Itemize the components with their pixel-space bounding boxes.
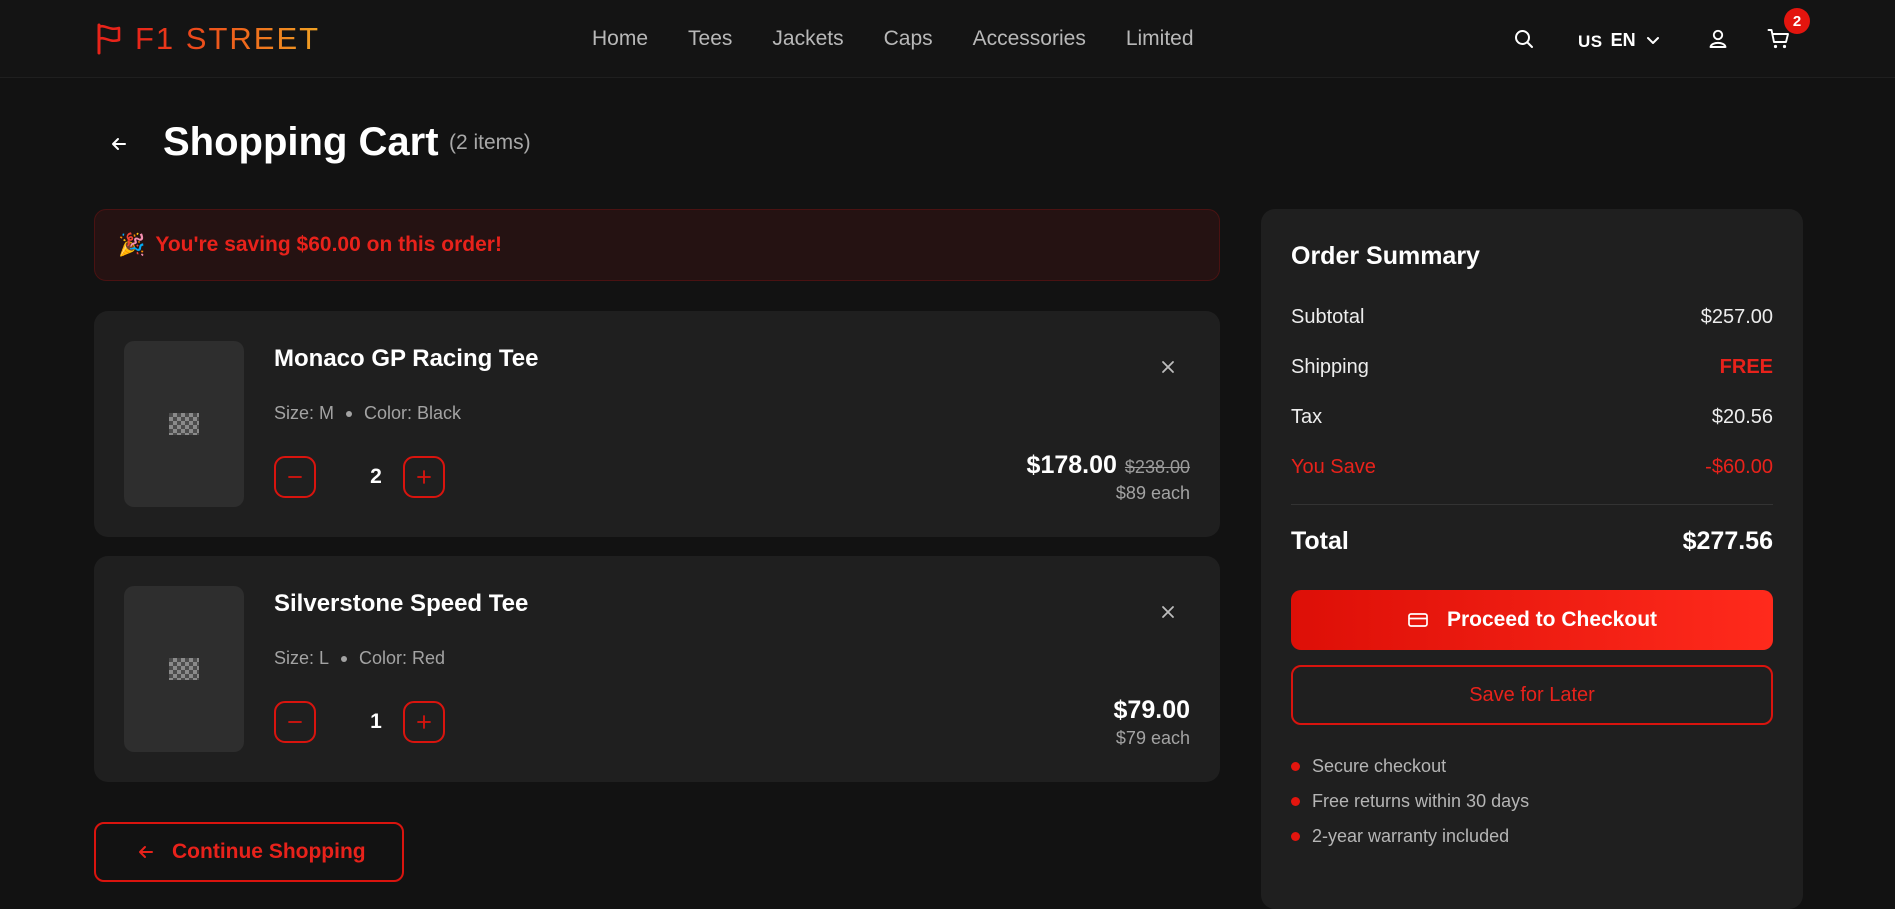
perk-item: 2-year warranty included — [1291, 826, 1509, 847]
credit-card-icon — [1408, 613, 1428, 627]
search-icon[interactable] — [1511, 26, 1537, 52]
perk-item: Secure checkout — [1291, 756, 1446, 777]
tax-row: Tax $20.56 — [1291, 406, 1773, 429]
perk-item: Free returns within 30 days — [1291, 791, 1529, 812]
plus-icon — [417, 715, 431, 729]
cart-item: Monaco GP Racing Tee Size: M Color: Blac… — [94, 311, 1220, 537]
product-variants: Size: L Color: Red — [274, 648, 445, 669]
flag-icon — [97, 23, 121, 55]
continue-shopping-label: Continue Shopping — [172, 840, 366, 863]
total-row: Total $277.56 — [1291, 527, 1773, 556]
continue-shopping-button[interactable]: Continue Shopping — [94, 822, 404, 882]
product-color: Color: Black — [364, 403, 462, 423]
checkered-flag-icon — [169, 658, 199, 680]
shipping-value: FREE — [1719, 356, 1773, 378]
minus-icon — [288, 476, 302, 478]
arrow-left-icon — [139, 846, 153, 858]
price-row: $178.00 $238.00 — [1027, 451, 1190, 480]
nav-link-home[interactable]: Home — [592, 27, 648, 51]
language-selector[interactable]: US EN — [1578, 27, 1662, 53]
language-code: EN — [1610, 29, 1636, 50]
save-for-later-label: Save for Later — [1469, 683, 1595, 706]
order-summary: Order Summary Subtotal $257.00 Shipping … — [1261, 209, 1803, 909]
us-flag: US — [1578, 32, 1603, 51]
nav-link-tees[interactable]: Tees — [688, 27, 732, 51]
shipping-label: Shipping — [1291, 356, 1369, 378]
main-nav: Home Tees Jackets Caps Accessories Limit… — [592, 24, 1194, 54]
unit-price: $89 each — [1115, 483, 1190, 503]
user-icon[interactable] — [1705, 26, 1731, 52]
chevron-down-icon — [1646, 37, 1659, 44]
nav-link-accessories[interactable]: Accessories — [973, 27, 1086, 51]
perk-text: Secure checkout — [1312, 756, 1447, 776]
perk-text: Free returns within 30 days — [1312, 791, 1530, 811]
shipping-row: Shipping FREE — [1291, 356, 1773, 379]
total-label: Total — [1291, 527, 1349, 555]
subtotal-row: Subtotal $257.00 — [1291, 306, 1773, 329]
product-name[interactable]: Monaco GP Racing Tee — [274, 345, 539, 373]
original-price: $238.00 — [1124, 457, 1190, 477]
remove-item-button[interactable] — [1156, 600, 1180, 624]
arrow-left-icon — [112, 138, 126, 150]
increase-quantity-button[interactable] — [403, 701, 445, 743]
save-for-later-button[interactable]: Save for Later — [1291, 665, 1773, 725]
total-value: $277.56 — [1682, 527, 1773, 555]
checkered-flag-icon — [169, 413, 199, 435]
line-price: $178.00 — [1026, 451, 1117, 479]
increase-quantity-button[interactable] — [403, 456, 445, 498]
site-header: F1 STREET Home Tees Jackets Caps Accesso… — [0, 0, 1895, 78]
savings-row: You Save -$60.00 — [1291, 456, 1773, 479]
product-size: Size: L — [274, 648, 330, 668]
item-count: (2 items) — [449, 131, 531, 154]
product-color: Color: Red — [359, 648, 446, 668]
line-price: $79.00 — [1113, 696, 1190, 724]
price-row: $79.00 — [1114, 696, 1190, 725]
subtotal-label: Subtotal — [1291, 306, 1365, 328]
product-image-placeholder[interactable] — [124, 586, 244, 752]
cart-item: Silverstone Speed Tee Size: L Color: Red… — [94, 556, 1220, 782]
product-size: Size: M — [274, 403, 335, 423]
page-title: Shopping Cart — [163, 120, 439, 164]
product-image-placeholder[interactable] — [124, 341, 244, 507]
remove-item-button[interactable] — [1156, 355, 1180, 379]
nav-link-jackets[interactable]: Jackets — [772, 27, 843, 51]
close-icon — [1162, 606, 1174, 618]
bullet-icon — [1291, 762, 1300, 771]
cart-count-badge: 2 — [1784, 8, 1810, 34]
tax-label: Tax — [1291, 406, 1323, 428]
unit-price: $79 each — [1115, 728, 1190, 748]
plus-icon — [417, 470, 431, 484]
savings-banner: 🎉 You're saving $60.00 on this order! — [94, 209, 1220, 281]
bullet-icon — [1291, 832, 1300, 841]
logo-text: F1 STREET — [135, 21, 321, 56]
separator-dot — [346, 410, 353, 417]
savings-text: You're saving $60.00 on this order! — [155, 233, 502, 256]
back-button[interactable] — [100, 128, 138, 160]
minus-icon — [288, 721, 302, 723]
bullet-icon — [1291, 797, 1300, 806]
tax-value: $20.56 — [1711, 406, 1773, 428]
nav-link-limited[interactable]: Limited — [1126, 27, 1194, 51]
separator-dot — [341, 655, 348, 662]
close-icon — [1162, 361, 1174, 373]
logo[interactable]: F1 STREET — [95, 20, 320, 58]
savings-label: You Save — [1291, 456, 1376, 478]
party-popper-icon: 🎉 — [118, 232, 146, 257]
proceed-to-checkout-button[interactable]: Proceed to Checkout — [1291, 590, 1773, 650]
decrease-quantity-button[interactable] — [274, 456, 316, 498]
decrease-quantity-button[interactable] — [274, 701, 316, 743]
subtotal-value: $257.00 — [1700, 306, 1773, 328]
checkout-label: Proceed to Checkout — [1446, 608, 1658, 631]
nav-link-caps[interactable]: Caps — [884, 27, 933, 51]
summary-title: Order Summary — [1291, 242, 1480, 270]
perk-text: 2-year warranty included — [1312, 826, 1510, 846]
savings-value: -$60.00 — [1705, 456, 1773, 478]
divider — [1291, 504, 1773, 505]
product-name[interactable]: Silverstone Speed Tee — [274, 590, 528, 618]
product-variants: Size: M Color: Black — [274, 403, 461, 424]
